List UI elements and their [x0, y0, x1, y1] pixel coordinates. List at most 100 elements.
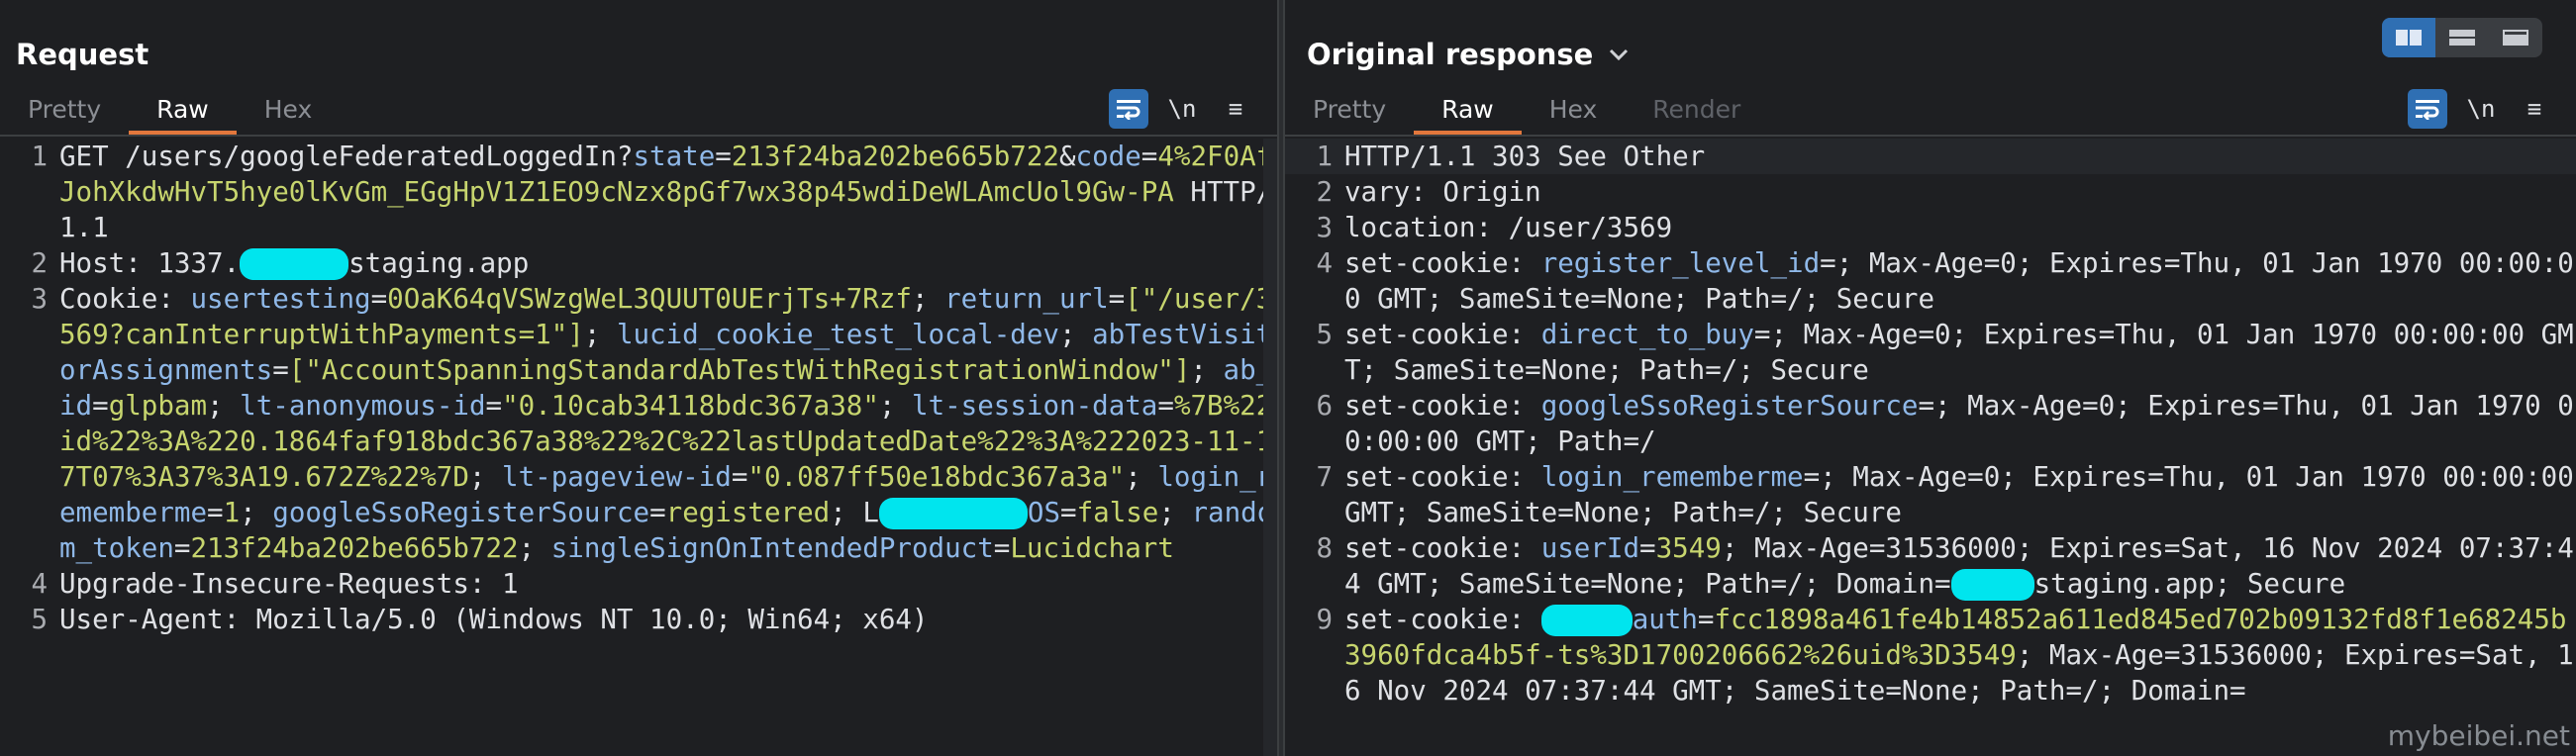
line-number: 2 [1316, 176, 1333, 208]
redaction-blot [1540, 605, 1633, 636]
response-title-text: Original response [1307, 38, 1594, 71]
wrap-lines-icon[interactable] [1109, 89, 1148, 129]
response-editor-border [1285, 135, 2576, 137]
redaction-blot [878, 498, 1028, 529]
param-value: 0OaK64qVSWzgWeL3QUUT0UErjTs+7Rzf [387, 283, 912, 315]
response-tab-render[interactable]: Render [1625, 89, 1768, 135]
line-content: Cookie: usertesting=0OaK64qVSWzgWeL3QUUT… [53, 281, 1277, 566]
response-title[interactable]: Original response [1307, 38, 1633, 71]
plain-text: ; [518, 532, 551, 564]
layout-single-icon[interactable] [2489, 18, 2542, 57]
response-tab-raw[interactable]: Raw [1414, 89, 1522, 135]
param-value: ["AccountSpanningStandardAbTestWithRegis… [288, 354, 1191, 386]
code-line[interactable]: 1 GET /users/googleFederatedLoggedIn?stat… [0, 139, 1277, 245]
request-editor[interactable]: 1 GET /users/googleFederatedLoggedIn?stat… [0, 139, 1277, 756]
param-name: lt-pageview-id [502, 461, 732, 493]
request-tab-pretty[interactable]: Pretty [0, 89, 129, 135]
plain-text: = [1157, 390, 1174, 422]
code-line[interactable]: 5 User-Agent: Mozilla/5.0 (Windows NT 10.… [0, 602, 1277, 637]
param-name: singleSignOnIntendedProduct [550, 532, 994, 564]
line-content: HTTP/1.1 303 See Other [1338, 139, 2576, 174]
layout-toggle [2382, 18, 2542, 57]
request-toolbar: \n ≡ [1109, 89, 1255, 129]
plain-text: ; [207, 390, 241, 422]
code-line[interactable]: 2 Host: 1337. staging.app [0, 245, 1277, 281]
plain-text: = [173, 532, 191, 564]
plain-text: = [715, 141, 732, 172]
plain-text: ; [583, 319, 617, 350]
plain-text: set-cookie: [1344, 247, 1541, 279]
plain-text: = [1697, 604, 1715, 635]
layout-stacked-icon[interactable] [2435, 18, 2489, 57]
param-name: googleSsoRegisterSource [1540, 390, 1919, 422]
redaction-blot [240, 248, 349, 280]
code-line[interactable]: 3 location: /user/3569 [1285, 210, 2576, 245]
newline-toggle-icon[interactable]: \n [2461, 89, 2501, 129]
param-name: return_url [944, 283, 1109, 315]
request-title: Request [16, 38, 149, 71]
param-name: OS [1027, 497, 1061, 528]
watermark: mybeibei.net [2387, 719, 2570, 752]
param-value: 213f24ba202be665b722 [731, 141, 1059, 172]
param-name: auth [1632, 604, 1698, 635]
line-content: set-cookie: googleSsoRegisterSource=; Ma… [1338, 388, 2576, 459]
line-content: location: /user/3569 [1338, 210, 2576, 245]
line-number: 5 [1316, 319, 1333, 350]
code-line[interactable]: 2 vary: Origin [1285, 174, 2576, 210]
param-value: glpbam [108, 390, 208, 422]
plain-text: Upgrade-Insecure-Requests: 1 [59, 568, 519, 600]
param-name: lt-anonymous-id [240, 390, 486, 422]
request-tab-hex[interactable]: Hex [237, 89, 341, 135]
plain-text: ; [878, 390, 913, 422]
menu-icon[interactable]: ≡ [1216, 89, 1255, 129]
menu-icon[interactable]: ≡ [2515, 89, 2554, 129]
response-toolbar: \n ≡ [2408, 89, 2554, 129]
plain-text: ; L [830, 497, 879, 528]
param-name: lt-session-data [912, 390, 1158, 422]
pane-divider[interactable] [1277, 0, 1285, 756]
plain-text: location: /user/3569 [1344, 212, 1673, 243]
request-tab-raw[interactable]: Raw [129, 89, 237, 135]
redaction-blot [1950, 569, 2034, 601]
param-name: userId [1540, 532, 1640, 564]
line-number: 9 [1316, 604, 1333, 635]
line-content: set-cookie: direct_to_buy=; Max-Age=0; E… [1338, 317, 2576, 388]
line-number: 4 [31, 568, 48, 600]
plain-text: = [207, 497, 224, 528]
plain-text: = [993, 532, 1011, 564]
layout-side-by-side-icon[interactable] [2382, 18, 2435, 57]
request-tabs: Pretty Raw Hex [0, 89, 340, 135]
param-value: 3549 [1655, 532, 1722, 564]
wrap-lines-icon[interactable] [2408, 89, 2447, 129]
param-value: registered [665, 497, 831, 528]
param-name: direct_to_buy [1540, 319, 1754, 350]
request-scrollbar[interactable] [1263, 139, 1277, 756]
response-editor[interactable]: 1 HTTP/1.1 303 See Other 2 vary: Origin 3 loc… [1285, 139, 2576, 756]
response-tab-hex[interactable]: Hex [1522, 89, 1626, 135]
plain-text: = [1108, 283, 1126, 315]
code-line[interactable]: 5 set-cookie: direct_to_buy=; Max-Age=0; … [1285, 317, 2576, 388]
newline-toggle-icon[interactable]: \n [1162, 89, 1202, 129]
code-line[interactable]: 6 set-cookie: googleSsoRegisterSource=; M… [1285, 388, 2576, 459]
plain-text: ; [911, 283, 945, 315]
param-name: code [1075, 141, 1141, 172]
code-line[interactable]: 1 HTTP/1.1 303 See Other [1285, 139, 2576, 174]
plain-text: set-cookie: [1344, 390, 1541, 422]
plain-text: staging.app; Secure [2033, 568, 2346, 600]
line-content: set-cookie: auth=fcc1898a461fe4b14852a61… [1338, 602, 2576, 709]
response-pane: Original response Pretty Raw Hex Render … [1285, 0, 2576, 756]
code-line[interactable]: 4 set-cookie: register_level_id=; Max-Age… [1285, 245, 2576, 317]
line-number: 1 [1285, 139, 1338, 174]
plain-text: ; [240, 497, 273, 528]
response-tab-pretty[interactable]: Pretty [1285, 89, 1414, 135]
plain-text: = [485, 390, 503, 422]
line-number: 3 [1316, 212, 1333, 243]
plain-text: vary: Origin [1344, 176, 1541, 208]
code-line[interactable]: 3 Cookie: usertesting=0OaK64qVSWzgWeL3QUU… [0, 281, 1277, 566]
param-value: "0.087ff50e18bdc367a3a" [747, 461, 1126, 493]
code-line[interactable]: 7 set-cookie: login_rememberme=; Max-Age=… [1285, 459, 2576, 530]
code-line[interactable]: 8 set-cookie: userId=3549; Max-Age=315360… [1285, 530, 2576, 602]
code-line[interactable]: 9 set-cookie: auth=fcc1898a461fe4b14852a6… [1285, 602, 2576, 709]
param-value: "0.10cab34118bdc367a38" [502, 390, 879, 422]
code-line[interactable]: 4 Upgrade-Insecure-Requests: 1 [0, 566, 1277, 602]
